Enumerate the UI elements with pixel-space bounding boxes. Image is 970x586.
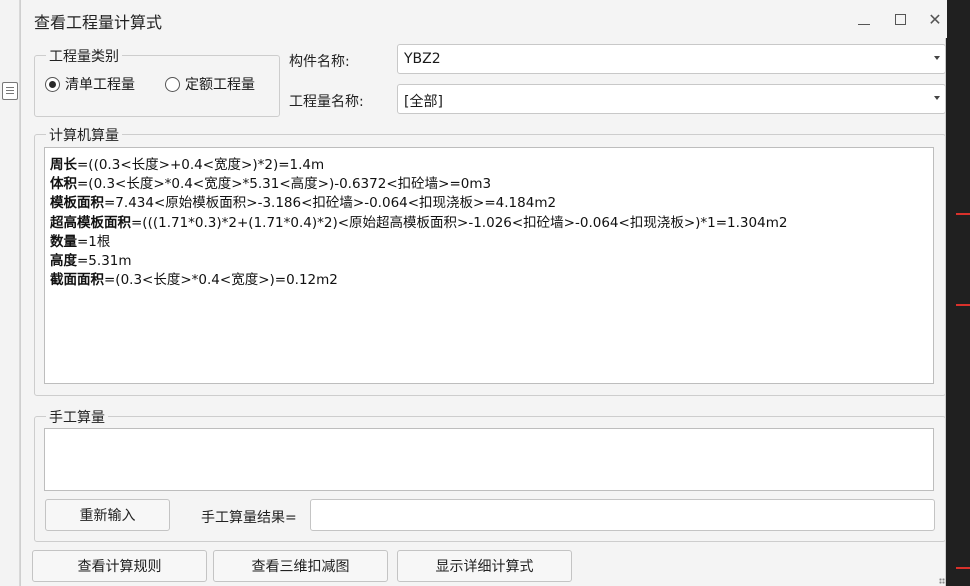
component-name-select[interactable]: YBZ2 <box>397 44 946 74</box>
quantity-name-select[interactable]: [全部] <box>397 84 946 114</box>
calc-line: 数量=1根 <box>50 233 111 250</box>
background-red-marker <box>956 567 970 569</box>
quantity-type-group: 工程量类别 清单工程量 定额工程量 <box>34 46 280 117</box>
radio-list-quantity-label[interactable]: 清单工程量 <box>65 74 135 94</box>
quantity-name-value: [全部] <box>404 94 443 110</box>
chevron-down-icon <box>934 56 940 60</box>
maximize-icon <box>894 13 906 25</box>
manual-result-input[interactable] <box>310 499 935 531</box>
close-icon: ✕ <box>928 9 942 29</box>
view-3d-deduction-button[interactable]: 查看三维扣减图 <box>213 550 388 582</box>
calc-line: 截面面积=(0.3<长度>*0.4<宽度>)=0.12m2 <box>50 272 338 289</box>
background-red-marker <box>956 304 970 306</box>
dialog-title: 查看工程量计算式 <box>34 13 163 32</box>
computer-calc-legend: 计算机算量 <box>46 125 122 145</box>
resize-grip-icon[interactable] <box>939 578 945 584</box>
component-name-label: 构件名称: <box>289 54 350 70</box>
manual-calc-legend: 手工算量 <box>46 407 108 427</box>
title-bar[interactable]: 查看工程量计算式 ✕ <box>21 0 947 38</box>
quantity-name-label: 工程量名称: <box>289 94 364 110</box>
view-calc-rules-button[interactable]: 查看计算规则 <box>32 550 207 582</box>
calc-formula-dialog: 查看工程量计算式 ✕ 工程量类别 清单工程量 定额工程量 构件名称: YBZ2 … <box>20 0 947 586</box>
maximize-button[interactable] <box>885 6 915 32</box>
radio-quota-quantity[interactable]: 定额工程量 <box>165 74 255 94</box>
calc-line: 模板面积=7.434<原始模板面积>-3.186<扣砼墙>-0.064<扣现浇板… <box>50 195 557 212</box>
minimize-icon <box>858 23 870 25</box>
show-detail-formula-button[interactable]: 显示详细计算式 <box>397 550 572 582</box>
chevron-down-icon <box>934 96 940 100</box>
background-red-marker <box>956 213 970 215</box>
background-app-toolbar <box>0 0 20 586</box>
manual-result-label: 手工算量结果= <box>201 510 297 526</box>
computer-calc-group: 计算机算量 周长=((0.3<长度>+0.4<宽度>)*2)=1.4m 体积=(… <box>34 125 946 396</box>
radio-quota-quantity-label[interactable]: 定额工程量 <box>185 74 255 94</box>
close-button[interactable]: ✕ <box>920 6 950 32</box>
radio-list-quantity-circle[interactable] <box>45 76 60 92</box>
calc-line: 超高模板面积=(((1.71*0.3)*2+(1.71*0.4)*2)<原始超高… <box>50 214 788 231</box>
toolbar-tool-icon[interactable] <box>2 82 18 100</box>
minimize-button[interactable] <box>849 6 879 32</box>
calc-line: 体积=(0.3<长度>*0.4<宽度>*5.31<高度>)-0.6372<扣砼墙… <box>50 176 492 193</box>
reinput-button[interactable]: 重新输入 <box>45 499 170 531</box>
manual-calc-textarea[interactable] <box>44 428 934 491</box>
calc-line: 高度=5.31m <box>50 253 132 270</box>
radio-list-quantity[interactable]: 清单工程量 <box>45 74 135 94</box>
manual-calc-group: 手工算量 重新输入 手工算量结果= <box>34 407 946 542</box>
background-app-panel <box>946 0 970 586</box>
computer-calc-textarea[interactable]: 周长=((0.3<长度>+0.4<宽度>)*2)=1.4m 体积=(0.3<长度… <box>44 147 934 384</box>
radio-quota-quantity-circle[interactable] <box>165 76 180 92</box>
quantity-type-legend: 工程量类别 <box>46 46 122 66</box>
component-name-value: YBZ2 <box>404 51 441 67</box>
calc-line: 周长=((0.3<长度>+0.4<宽度>)*2)=1.4m <box>50 157 325 173</box>
